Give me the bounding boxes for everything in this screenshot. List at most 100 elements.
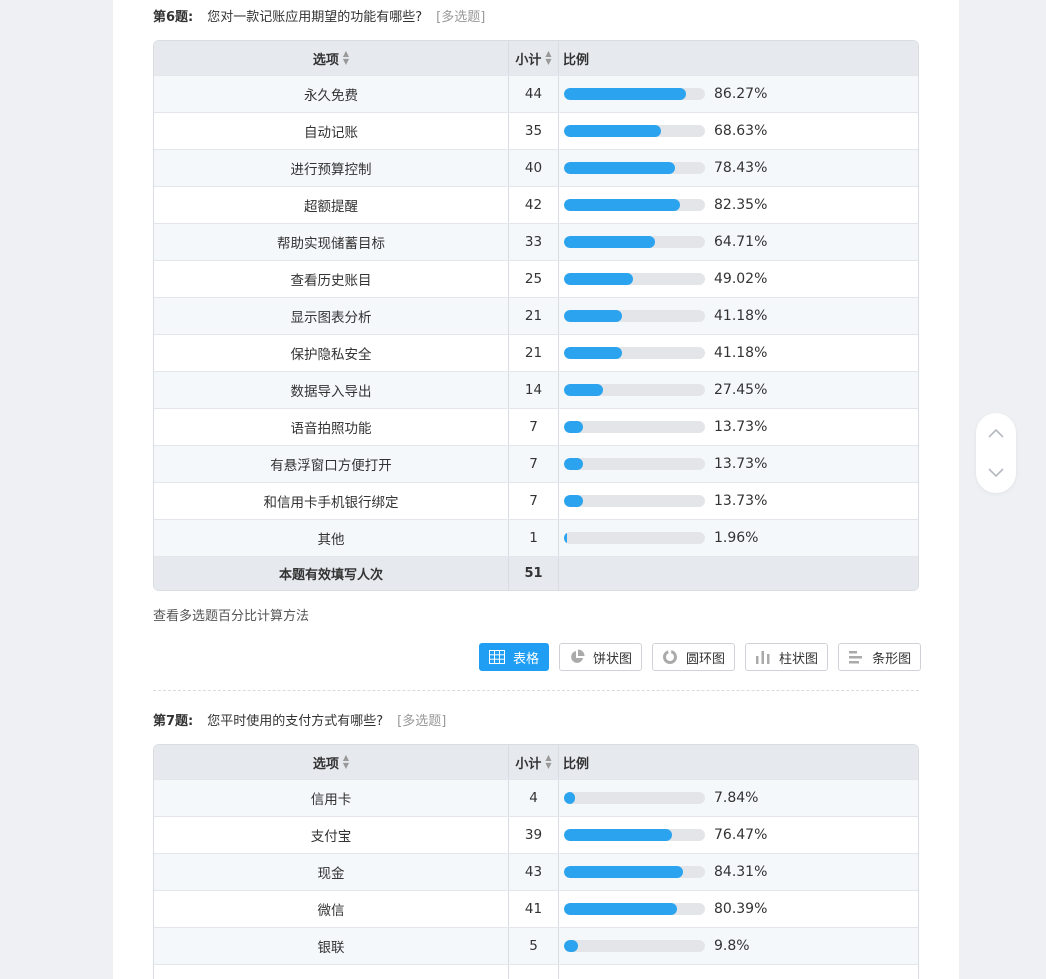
option-count: 42: [509, 187, 559, 223]
q7-text: 您平时使用的支付方式有哪些?: [207, 714, 384, 729]
ratio-percent: 13.73%: [714, 493, 768, 509]
option-header[interactable]: 选项 ▲ ▼: [154, 745, 509, 779]
ratio-bar-fill: [564, 273, 634, 285]
ratio-bar: [564, 199, 705, 211]
ratio-bar-fill: [564, 162, 675, 174]
table-row: 现金 43 84.31%: [154, 853, 918, 890]
ratio-percent: 41.18%: [714, 345, 768, 361]
ratio-percent: 78.43%: [714, 160, 768, 176]
q7-type: [多选题]: [397, 714, 447, 729]
option-header-label: 选项: [312, 52, 339, 68]
ratio-percent: 9.8%: [714, 938, 750, 954]
ratio-percent: 7.84%: [714, 790, 759, 806]
table-row: 超额提醒 42 82.35%: [154, 186, 918, 223]
ratio-cell: 68.63%: [559, 113, 918, 149]
ratio-bar: [564, 903, 705, 915]
ratio-cell: 13.73%: [559, 446, 918, 482]
calc-method-link[interactable]: 查看多选题百分比计算方法: [153, 605, 309, 624]
ratio-bar-fill: [564, 347, 623, 359]
pie-chart-icon: [571, 649, 585, 663]
ratio-percent: 27.45%: [714, 382, 768, 398]
option-label: 自动记账: [154, 113, 509, 149]
ratio-cell: 82.35%: [559, 187, 918, 223]
option-label: 银联: [154, 928, 509, 964]
sort-icon[interactable]: ▲ ▼: [343, 50, 349, 66]
table-row: 支付宝 39 76.47%: [154, 816, 918, 853]
q7-header: 第7题: 您平时使用的支付方式有哪些? [多选题]: [153, 712, 446, 732]
ratio-percent: 82.35%: [714, 197, 768, 213]
bar-view-button[interactable]: 条形图: [838, 643, 922, 671]
table-row: 语音拍照功能 7 13.73%: [154, 408, 918, 445]
table-row: 其他 1 1.96%: [154, 519, 918, 556]
ratio-header-label: 比例: [563, 52, 590, 68]
ratio-bar: [564, 421, 705, 433]
ratio-bar: [564, 347, 705, 359]
ratio-percent: 41.18%: [714, 308, 768, 324]
ratio-bar: [564, 88, 705, 100]
ratio-cell: 64.71%: [559, 224, 918, 260]
option-count: 7: [509, 409, 559, 445]
sort-icon[interactable]: ▲ ▼: [343, 754, 349, 770]
scroll-down-button[interactable]: [976, 453, 1016, 493]
ratio-bar: [564, 310, 705, 322]
ratio-percent: 64.71%: [714, 234, 768, 250]
option-label: 其他: [154, 520, 509, 556]
option-label: 显示图表分析: [154, 298, 509, 334]
table-row: 数据导入导出 14 27.45%: [154, 371, 918, 408]
scroll-control: [976, 413, 1016, 493]
ratio-header: 比例: [559, 41, 918, 75]
table-row: 显示图表分析 21 41.18%: [154, 297, 918, 334]
option-label: 微信: [154, 891, 509, 927]
ratio-bar-fill: [564, 495, 584, 507]
ratio-percent: 68.63%: [714, 123, 768, 139]
option-header[interactable]: 选项 ▲ ▼: [154, 41, 509, 75]
column-view-button[interactable]: 柱状图: [745, 643, 829, 671]
table-row: 和信用卡手机银行绑定 7 13.73%: [154, 482, 918, 519]
pie-view-button[interactable]: 饼状图: [559, 643, 643, 671]
option-label: 有悬浮窗口方便打开: [154, 446, 509, 482]
count-header[interactable]: 小计 ▲ ▼: [509, 41, 559, 75]
footer-count: 51: [509, 557, 559, 590]
count-header-label: 小计: [515, 52, 542, 68]
ratio-bar: [564, 125, 705, 137]
ratio-cell: 41.18%: [559, 335, 918, 371]
option-label: 现金: [154, 854, 509, 890]
column-view-label: 柱状图: [779, 651, 819, 667]
table-row-partial: [154, 964, 918, 979]
count-header[interactable]: 小计 ▲ ▼: [509, 745, 559, 779]
ratio-bar: [564, 273, 705, 285]
option-count: 43: [509, 854, 559, 890]
table-row: 有悬浮窗口方便打开 7 13.73%: [154, 445, 918, 482]
ratio-bar-fill: [564, 532, 568, 544]
sort-icon[interactable]: ▲ ▼: [545, 754, 551, 770]
bar-view-label: 条形图: [872, 651, 912, 667]
q6-type: [多选题]: [436, 10, 486, 25]
ring-view-button[interactable]: 圆环图: [652, 643, 736, 671]
ratio-bar-fill: [564, 940, 578, 952]
q7-table: 选项 ▲ ▼ 小计 ▲ ▼ 比例 信用卡 4 7.84% 支付宝 39 76.47% 现金 43 84.…: [153, 744, 919, 979]
q6-header: 第6题: 您对一款记账应用期望的功能有哪些? [多选题]: [153, 8, 485, 28]
option-count: 5: [509, 928, 559, 964]
option-label: 语音拍照功能: [154, 409, 509, 445]
option-count: 44: [509, 76, 559, 112]
ratio-percent: 49.02%: [714, 271, 768, 287]
option-count: 1: [509, 520, 559, 556]
chevron-up-icon: [988, 428, 1004, 438]
ratio-percent: 76.47%: [714, 827, 768, 843]
scroll-up-button[interactable]: [976, 413, 1016, 453]
option-label: 支付宝: [154, 817, 509, 853]
bar-chart-icon: [849, 651, 863, 664]
table-footer: 本题有效填写人次 51: [154, 556, 918, 590]
ratio-percent: 13.73%: [714, 419, 768, 435]
table-header: 选项 ▲ ▼ 小计 ▲ ▼ 比例: [154, 745, 918, 779]
option-count: 14: [509, 372, 559, 408]
sort-icon[interactable]: ▲ ▼: [545, 50, 551, 66]
ratio-bar: [564, 384, 705, 396]
table-row: 自动记账 35 68.63%: [154, 112, 918, 149]
ratio-cell: 27.45%: [559, 372, 918, 408]
ring-view-label: 圆环图: [686, 651, 726, 667]
option-label: 数据导入导出: [154, 372, 509, 408]
ratio-percent: 84.31%: [714, 864, 768, 880]
table-view-button[interactable]: 表格: [479, 643, 550, 671]
option-label: 和信用卡手机银行绑定: [154, 483, 509, 519]
